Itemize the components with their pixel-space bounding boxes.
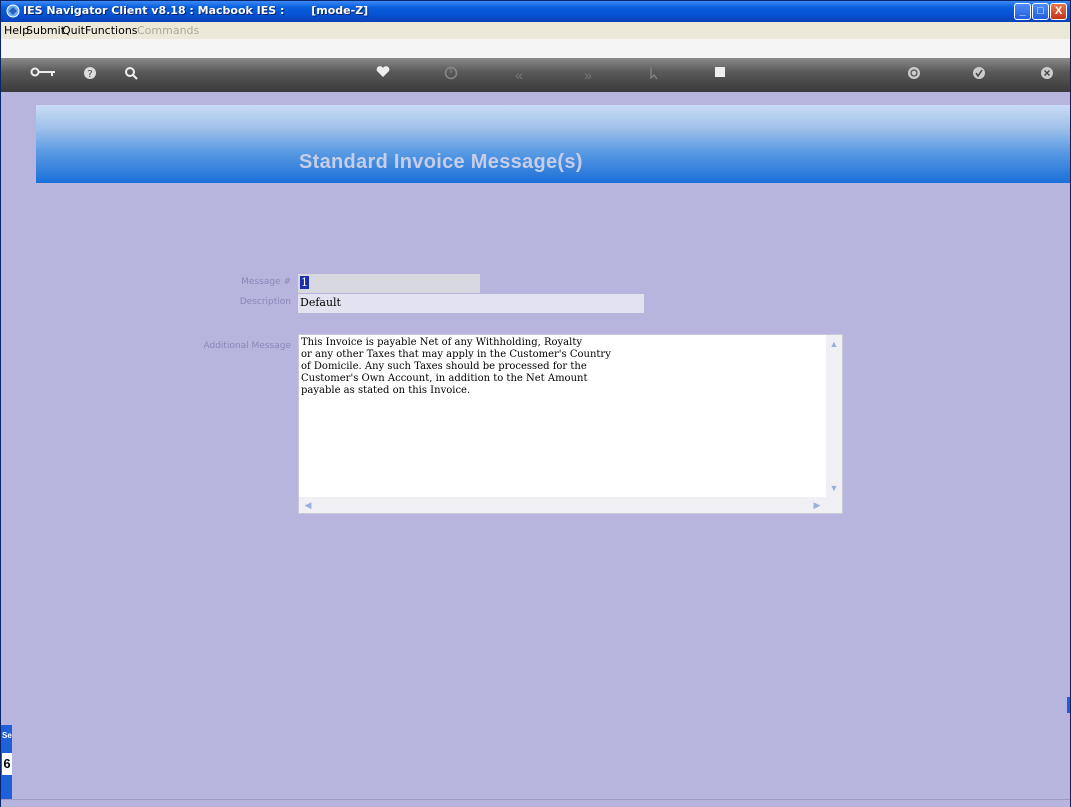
message-number-field[interactable]: 1 [298,274,480,293]
help-icon[interactable]: ? [78,66,102,84]
horizontal-scrollbar[interactable]: ◀ ▶ [299,497,826,513]
description-label: Description [239,297,291,307]
page-header: Standard Invoice Message(s) [36,105,1070,183]
heart-icon[interactable] [371,66,395,84]
toolbar: ? « » [1,58,1070,92]
scroll-left-icon[interactable]: ◀ [301,498,315,512]
forward-icon[interactable]: » [576,66,600,84]
side-tab[interactable]: Se 6 [1,725,12,799]
svg-text:?: ? [87,69,92,80]
message-number-value: 1 [300,276,309,289]
scroll-down-icon[interactable]: ▼ [827,481,841,495]
key-icon[interactable] [29,66,59,84]
menu-submit[interactable]: Submit [26,24,65,37]
maximize-button[interactable]: □ [1032,3,1049,20]
check-icon[interactable] [967,66,991,84]
close-icon[interactable] [1035,66,1059,84]
cursor-icon[interactable] [642,66,666,84]
additional-message-label: Additional Message [203,341,292,351]
side-tab-indicator: 6 [2,753,12,775]
app-icon [6,4,20,18]
title-bar[interactable]: IES Navigator Client v8.18 : Macbook IES… [1,1,1070,22]
message-number-label: Message # [241,277,291,287]
description-field[interactable]: Default [298,294,644,313]
right-edge-tab[interactable] [1067,697,1070,713]
minimize-button[interactable]: _ [1014,3,1031,20]
search-icon[interactable] [119,66,143,84]
additional-message-text: This Invoice is payable Net of any Withh… [301,337,611,396]
rewind-icon[interactable]: « [507,66,531,84]
additional-message-textarea[interactable]: This Invoice is payable Net of any Withh… [298,334,843,514]
menu-quit[interactable]: Quit [62,24,85,37]
side-tab-label: Se [2,731,12,740]
window-title: IES Navigator Client v8.18 : Macbook IES… [23,4,369,17]
menu-bar: Help Submit Quit Functions Commands [1,22,1070,39]
toolbar-spacer [1,39,1070,58]
scroll-up-icon[interactable]: ▲ [827,337,841,351]
scrollbar-corner [826,497,842,513]
app-window: IES Navigator Client v8.18 : Macbook IES… [0,0,1071,807]
scroll-right-icon[interactable]: ▶ [810,498,824,512]
menu-functions[interactable]: Functions [85,24,138,37]
close-button[interactable]: X [1050,3,1067,20]
vertical-scrollbar[interactable]: ▲ ▼ [826,335,842,497]
clock-icon[interactable] [439,66,463,84]
menu-commands: Commands [137,24,200,37]
stop-icon[interactable] [708,66,732,84]
page-title: Standard Invoice Message(s) [299,151,583,173]
refresh-icon[interactable] [902,66,926,84]
status-bar [1,799,1070,807]
